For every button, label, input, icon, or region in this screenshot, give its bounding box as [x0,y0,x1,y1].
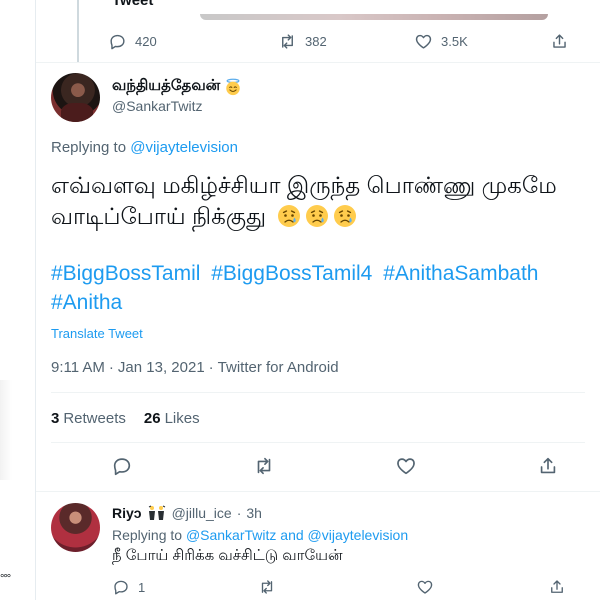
tweet-actions [36,455,600,479]
like-button[interactable] [416,578,434,596]
translate-tweet-link[interactable]: Translate Tweet [51,326,143,341]
reply-icon [113,458,131,476]
author-name[interactable]: வந்தியத்தேவன் [112,77,242,96]
hashtag-list: #BiggBossTamil #BiggBossTamil4 #AnithaSa… [51,259,591,317]
hashtag-link[interactable]: #Anitha [51,291,122,314]
retweets-label: Retweets [63,410,126,427]
retweet-icon [257,457,271,475]
replying-to-link[interactable]: @SankarTwitz [186,527,276,543]
retweets-stat[interactable]: 3 Retweets [51,410,126,427]
sad-but-relieved-face-icon [334,205,357,227]
retweet-button[interactable]: 382 [278,32,327,51]
like-button[interactable] [395,455,417,482]
meta-separator: · [108,359,114,376]
divider [51,392,585,393]
reply-header: Riyↄ @jillu_ice · 3h [112,505,262,521]
share-icon [551,580,563,593]
share-button[interactable] [550,32,569,51]
reply-age[interactable]: 3h [246,505,262,521]
tweet-meta: 9:11 AM · Jan 13, 2021 · Twitter for And… [51,359,339,376]
reply-icon [110,34,125,50]
reply-avatar[interactable] [51,503,100,552]
divider [36,62,600,63]
reply-author-name[interactable]: Riyↄ [112,505,142,521]
replying-to-label: Replying to [112,527,183,543]
reply-count: 420 [135,34,157,49]
reply-author-handle[interactable]: @jillu_ice [172,505,232,521]
reply-button[interactable]: 1 [112,578,145,596]
reply-count: 1 [138,579,146,595]
hashtag-link[interactable]: #AnithaSambath [383,262,538,285]
previous-tweet-title: Tweet [112,0,154,9]
share-icon [540,457,556,474]
replying-to-line: Replying to @vijaytelevision [51,139,238,156]
previous-tweet-actions: 420 382 3.5K [108,32,578,54]
twitter-thread-view: °°° Tweet 420 382 3.5K வந்தியத்தேவன் @Sa… [0,0,600,600]
share-icon [553,34,566,48]
divider [51,442,585,443]
like-button[interactable]: 3.5K [414,32,468,51]
hashtag-link[interactable]: #BiggBossTamil [51,262,200,285]
sad-but-relieved-face-icon [278,205,301,227]
avatar[interactable] [51,73,100,122]
retweet-button[interactable] [253,455,275,482]
heart-icon [415,34,432,49]
dancers-icon [148,505,165,520]
retweet-icon [261,580,273,594]
replying-to-link[interactable]: @vijaytelevision [308,527,409,543]
replying-to-and[interactable]: and [280,527,303,543]
hashtag-link[interactable]: #BiggBossTamil4 [211,262,372,285]
left-column-edge [0,0,36,600]
reply-icon [114,580,128,595]
replying-to-label: Replying to [51,139,127,156]
tweet-date[interactable]: Jan 13, 2021 [118,359,205,376]
left-column-shadow [0,380,12,480]
tweet-source: Twitter for Android [217,359,339,376]
reply-button[interactable]: 420 [108,32,157,51]
previous-tweet-media[interactable] [200,14,548,20]
likes-label: Likes [164,410,200,427]
share-button[interactable] [548,578,566,596]
author-handle[interactable]: @SankarTwitz [112,98,202,114]
heart-icon [397,458,415,475]
share-button[interactable] [537,455,559,482]
likes-stat[interactable]: 26 Likes [144,410,200,427]
retweets-count: 3 [51,410,60,427]
retweet-button[interactable] [258,578,276,596]
retweet-icon [282,34,293,49]
tweet-time[interactable]: 9:11 AM [51,359,105,376]
reply-button[interactable] [111,455,133,482]
meta-separator: · [208,359,214,376]
tweet-emojis [276,203,358,229]
retweet-count: 382 [305,34,327,49]
thread-connector-line [77,0,79,62]
replying-to-link[interactable]: @vijaytelevision [130,139,238,156]
reply-separator: · [236,505,242,521]
author-display-name: வந்தியத்தேவன் [112,77,221,94]
sad-but-relieved-face-icon [306,205,329,227]
heart-icon [417,580,433,594]
reply-replying-to-line: Replying to @SankarTwitz and @vijaytelev… [112,527,408,543]
tweet-text: எவ்வளவு மகிழ்ச்சியா இருந்த பொண்ணு முகமே … [51,170,591,232]
tweet-column: Tweet 420 382 3.5K வந்தியத்தேவன் @Sankar… [36,0,600,600]
divider [36,491,600,492]
like-count: 3.5K [441,34,468,49]
tweet-stats: 3 Retweets 26 Likes [51,410,200,427]
reply-text: நீ போய் சிரிக்க வச்சிட்டு வாயேன் [112,547,343,564]
smiling-face-with-halo-icon [226,78,240,95]
gutter-dots: °°° [0,573,11,585]
likes-count: 26 [143,410,161,427]
reply-actions: 1 [112,578,582,600]
